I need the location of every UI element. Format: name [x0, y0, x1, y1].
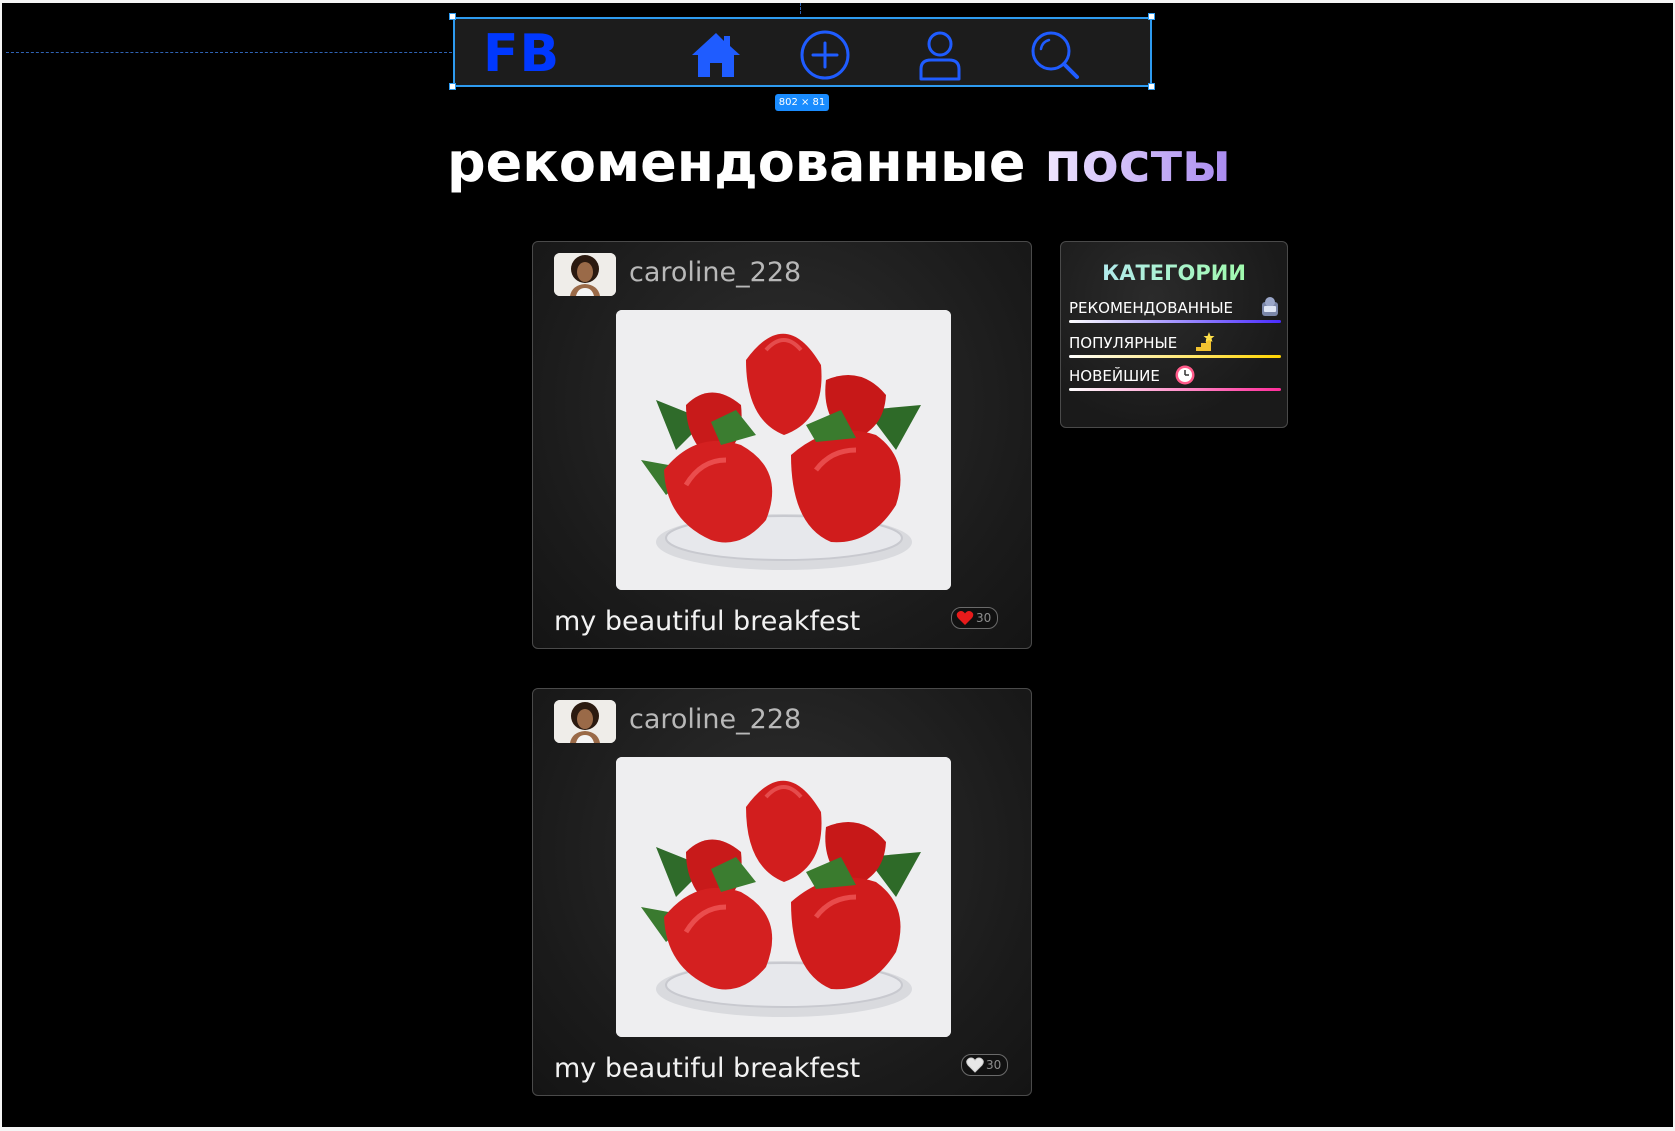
strawberries-image	[616, 757, 951, 1037]
post-photo[interactable]	[616, 757, 951, 1037]
like-button[interactable]: 30	[951, 607, 999, 629]
selection-size-badge: 802 × 81	[775, 94, 829, 111]
page-title-main: рекомендованные	[447, 131, 1026, 194]
for-you-icon	[1262, 297, 1278, 316]
resize-handle-top-right[interactable]	[1148, 13, 1155, 20]
strawberries-image	[616, 310, 951, 590]
category-popular[interactable]: ПОПУЛЯРНЫЕ	[1069, 331, 1281, 358]
category-label: РЕКОМЕНДОВАННЫЕ	[1069, 299, 1234, 317]
resize-handle-bottom-right[interactable]	[1148, 83, 1155, 90]
like-button[interactable]: 30	[961, 1054, 1009, 1076]
user-icon[interactable]	[912, 27, 968, 83]
artboard: FB 802 × 81 рекомендованные посты caroli…	[2, 3, 1673, 1127]
category-underline	[1069, 320, 1281, 323]
search-icon[interactable]	[1027, 27, 1083, 83]
post-card[interactable]: caroline_228 my beautiful breakfest 30	[532, 688, 1032, 1096]
category-label: ПОПУЛЯРНЫЕ	[1069, 334, 1178, 352]
categories-panel: КАТЕГОРИИ РЕКОМЕНДОВАННЫЕ ПОПУЛЯРНЫЕ НОВ…	[1060, 241, 1288, 428]
category-recommended[interactable]: РЕКОМЕНДОВАННЫЕ	[1069, 296, 1281, 323]
category-underline	[1069, 355, 1281, 358]
clock-icon	[1175, 365, 1195, 385]
post-caption: my beautiful breakfest	[554, 1053, 861, 1084]
avatar[interactable]	[554, 253, 616, 296]
post-card[interactable]: caroline_228 my beautiful breakfest 30	[532, 241, 1032, 649]
resize-handle-bottom-left[interactable]	[449, 83, 456, 90]
categories-title: КАТЕГОРИИ	[1061, 260, 1287, 286]
post-author[interactable]: caroline_228	[629, 703, 801, 737]
like-count: 30	[986, 1058, 1002, 1072]
avatar-portrait-image	[554, 700, 616, 743]
page-title-accent: посты	[1044, 131, 1231, 194]
avatar-portrait-image	[554, 253, 616, 296]
stairs-star-icon	[1196, 332, 1215, 351]
category-newest[interactable]: НОВЕЙШИЕ	[1069, 364, 1281, 391]
alignment-guide-horizontal	[6, 52, 452, 53]
heart-outline-icon	[966, 1057, 984, 1073]
post-photo[interactable]	[616, 310, 951, 590]
page-title: рекомендованные посты	[447, 131, 1231, 195]
post-author[interactable]: caroline_228	[629, 256, 801, 290]
logo[interactable]: FB	[483, 24, 560, 84]
heart-filled-icon	[956, 611, 974, 625]
avatar[interactable]	[554, 700, 616, 743]
category-label: НОВЕЙШИЕ	[1069, 367, 1160, 385]
resize-handle-top-left[interactable]	[449, 13, 456, 20]
category-underline	[1069, 388, 1281, 391]
like-count: 30	[976, 611, 992, 625]
alignment-guide-vertical	[800, 3, 801, 14]
navbar[interactable]: FB	[453, 17, 1152, 87]
post-caption: my beautiful breakfest	[554, 606, 861, 637]
add-circle-icon[interactable]	[797, 27, 853, 83]
home-icon[interactable]	[688, 27, 744, 83]
